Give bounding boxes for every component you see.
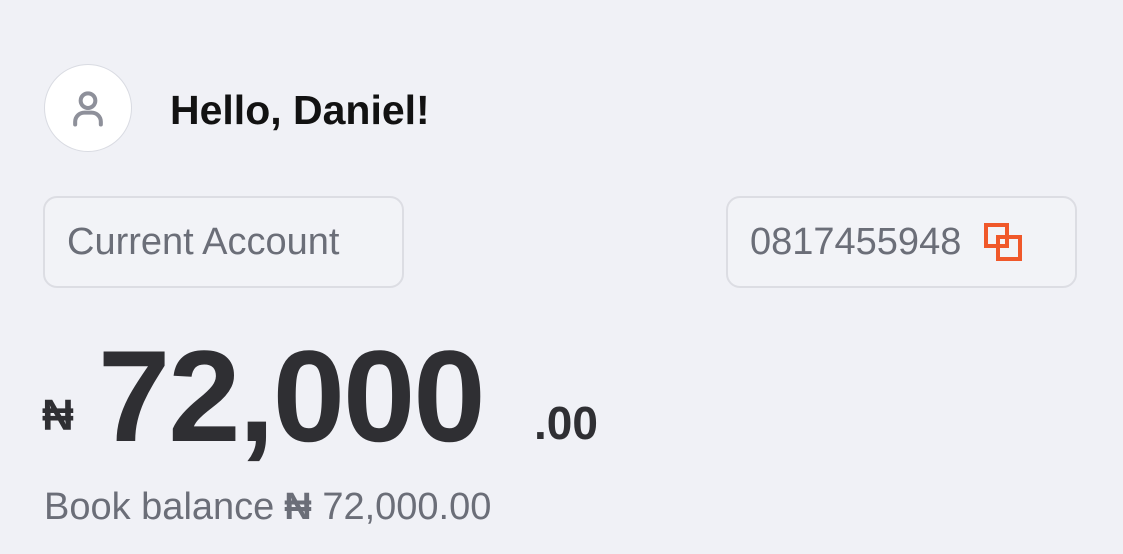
account-number-chip: 0817455948: [726, 196, 1077, 288]
book-balance-label: Book balance: [44, 486, 275, 528]
account-type-label: Current Account: [67, 220, 340, 263]
avatar[interactable]: [44, 64, 132, 152]
book-balance-value: 72,000.00: [322, 486, 492, 528]
user-icon: [66, 86, 110, 130]
account-summary-screen: Hello, Daniel! Current Account 081745594…: [0, 0, 1123, 554]
account-type-chip[interactable]: Current Account: [43, 196, 404, 288]
book-balance: Book balance ₦ 72,000.00: [44, 486, 491, 529]
book-balance-currency: ₦: [284, 486, 312, 528]
balance-whole: 72,000: [98, 323, 486, 469]
greeting-title: Hello, Daniel!: [170, 87, 430, 133]
balance-currency: ₦: [42, 391, 74, 440]
account-number: 0817455948: [750, 220, 962, 263]
copy-icon[interactable]: [983, 222, 1023, 262]
balance-fraction: .00: [534, 397, 598, 449]
